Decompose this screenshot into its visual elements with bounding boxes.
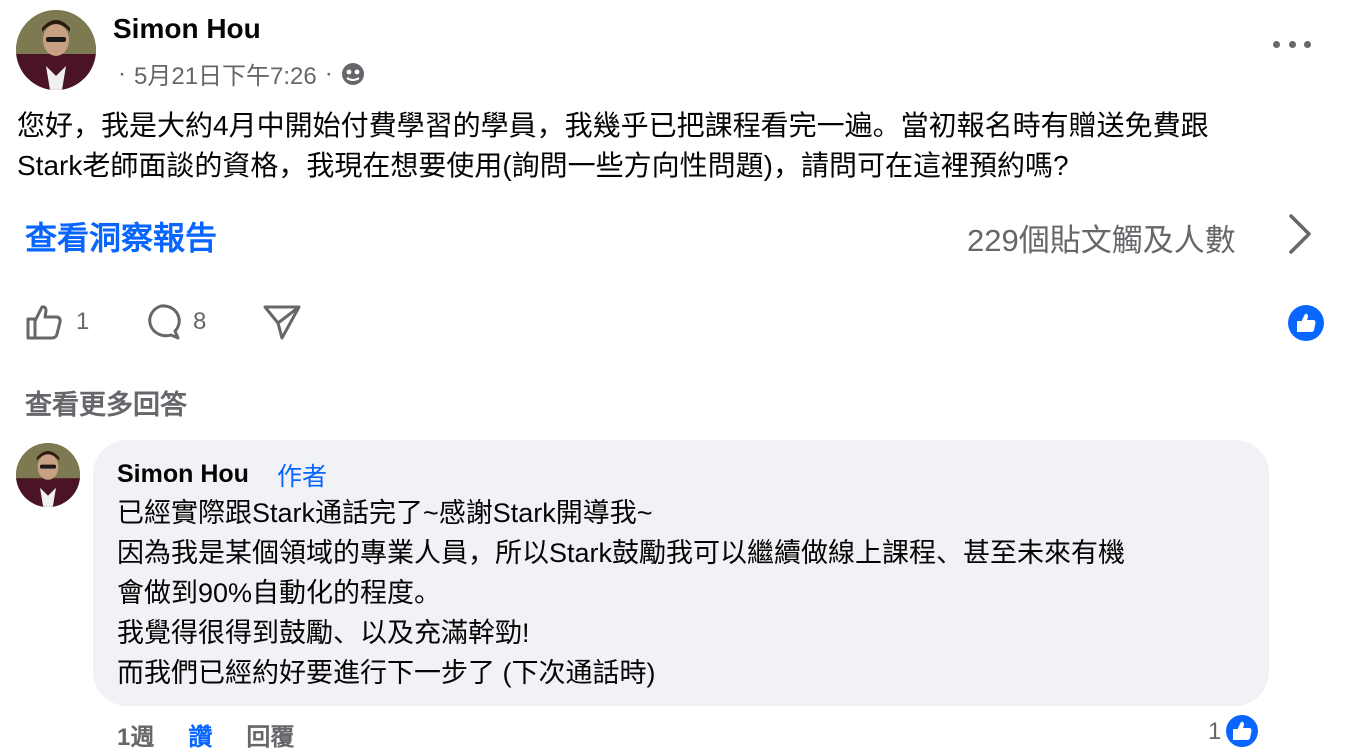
like-button[interactable]: 1 [24, 302, 89, 342]
like-reaction-icon[interactable] [1288, 305, 1324, 341]
like-count: 1 [76, 308, 90, 335]
view-insights-link[interactable]: 查看洞察報告 [25, 213, 217, 259]
comment-reply-button[interactable]: 回覆 [246, 717, 294, 752]
comment-reaction-count[interactable]: 1 [1208, 718, 1221, 746]
thumbs-up-icon [26, 305, 62, 340]
comment-body: 已經實際跟Stark通話完了~感謝Stark開導我~ 因為我是某個領域的專業人員… [117, 493, 1257, 693]
dot-icon [1304, 40, 1311, 48]
post-body: 您好，我是大約4月中開始付費學習的學員，我幾乎已把課程看完一遍。當初報名時有贈送… [17, 106, 1327, 186]
globe-icon[interactable] [341, 62, 365, 86]
author-avatar[interactable] [16, 10, 96, 90]
comment-line: 已經實際跟Stark通話完了~感謝Stark開導我~ [117, 498, 653, 528]
author-badge: 作者 [277, 463, 328, 491]
comment-line: 而我們已經約好要進行下一步了 (下次通話時) [117, 658, 656, 688]
post-body-line: Stark老師面談的資格，我現在想要使用(詢問一些方向性問題)，請問可在這裡預約… [17, 150, 1069, 181]
post-body-line: 您好，我是大約4月中開始付費學習的學員，我幾乎已把課程看完一遍。當初報名時有贈送… [17, 110, 1209, 141]
meta-separator: · [118, 59, 126, 87]
post-date[interactable]: 5月21日下午7:26 [134, 56, 317, 91]
chevron-right-icon[interactable] [1285, 210, 1315, 258]
post-meta: · 5月21日下午7:26 · [118, 56, 365, 91]
meta-separator: · [324, 59, 333, 87]
comment-footer: 1週 讚 回覆 [117, 717, 294, 752]
comment-author-name[interactable]: Simon Hou [117, 460, 249, 489]
comment-line: 我覺得很得到鼓勵、以及充滿幹勁! [117, 618, 530, 648]
more-options-button[interactable] [1273, 30, 1311, 58]
comment-line: 會做到90%自動化的程度。 [117, 578, 442, 608]
comment-line: 因為我是某個領域的專業人員，所以Stark鼓勵我可以繼續做線上課程、甚至未來有機 [117, 538, 1126, 568]
share-button[interactable] [261, 302, 303, 342]
comment-button[interactable]: 8 [141, 302, 206, 342]
commenter-avatar[interactable] [16, 443, 80, 507]
share-icon [263, 305, 301, 340]
comment-icon [148, 304, 181, 340]
dot-icon [1273, 40, 1280, 48]
dot-icon [1288, 40, 1296, 48]
see-more-replies-link[interactable]: 查看更多回答 [25, 383, 187, 422]
comment-time[interactable]: 1週 [117, 717, 154, 752]
like-reaction-icon[interactable] [1224, 713, 1260, 749]
comment-count: 8 [193, 308, 207, 335]
comment-like-button[interactable]: 讚 [188, 717, 212, 752]
post-reach-text[interactable]: 229個貼文觸及人數 [967, 215, 1236, 260]
post-author-name[interactable]: Simon Hou [113, 13, 261, 45]
